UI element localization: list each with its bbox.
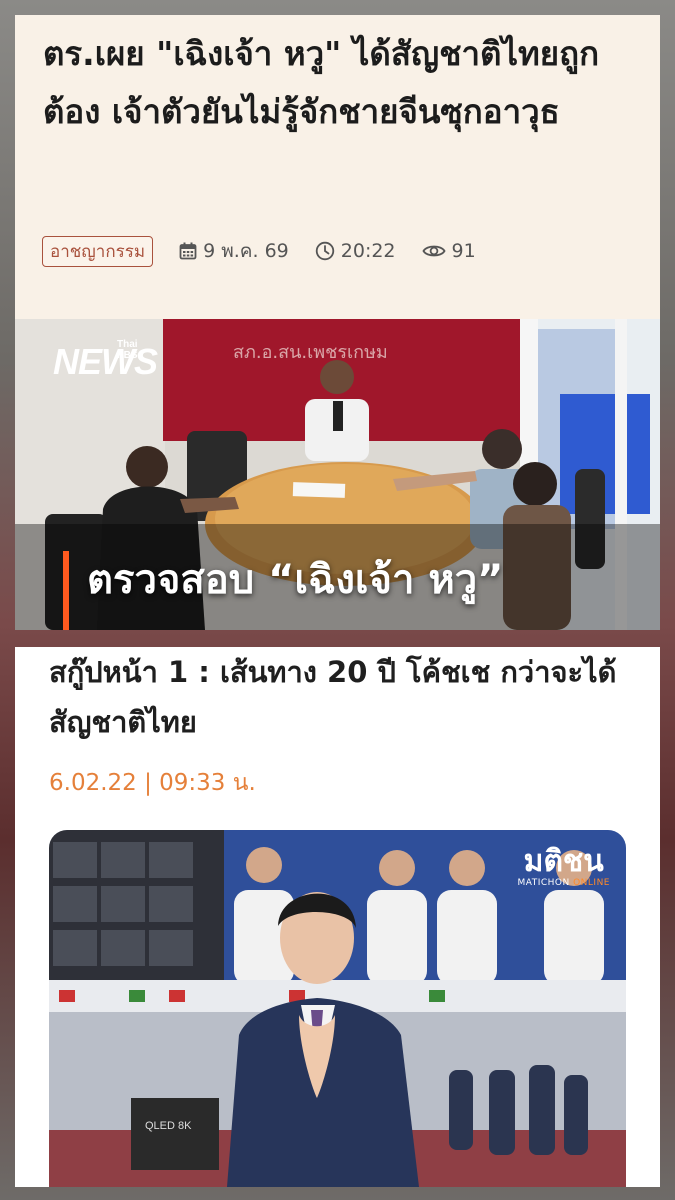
eye-icon: [421, 245, 446, 257]
article-date-text: 9 พ.ค. 69: [203, 240, 289, 262]
article-hero-image[interactable]: Thai PBS NEWS สภ.อ.สน.เพชรเกษม ตรวจสอบ “…: [15, 319, 660, 630]
article-date-line: 6.02.22 | 09:33 น.: [49, 770, 256, 796]
article-date: 9 พ.ค. 69: [179, 236, 289, 266]
image-caption: ตรวจสอบ “เฉิงเจ้า หวู”: [63, 551, 503, 630]
clock-icon: [315, 241, 334, 261]
news-card-thaipbs[interactable]: ตร.เผย "เฉิงเจ้า หวู" ได้สัญชาติไทยถูกต้…: [15, 15, 660, 630]
caption-accent-bar: [63, 551, 69, 630]
category-badge[interactable]: อาชญากรรม: [42, 235, 154, 267]
logo-sub-part-1: MATICHON: [517, 878, 574, 888]
article-views: 91: [421, 240, 476, 262]
calendar-icon: [179, 242, 197, 260]
article-time-text: 20:22: [340, 240, 396, 262]
article-title[interactable]: ตร.เผย "เฉิงเจ้า หวู" ได้สัญชาติไทยถูกต้…: [43, 25, 638, 141]
article-title[interactable]: สกู๊ปหน้า 1 : เส้นทาง 20 ปี โค้ชเช กว่าจ…: [49, 647, 639, 747]
logo-sub-text: MATICHON ONLINE: [517, 878, 610, 888]
logo-small-text: Thai PBS: [117, 339, 138, 361]
screenshot-collage: ตร.เผย "เฉิงเจ้า หวู" ได้สัญชาติไทยถูกต้…: [0, 0, 675, 1200]
caption-text: ตรวจสอบ “เฉิงเจ้า หวู”: [87, 557, 504, 603]
article-views-count: 91: [451, 240, 476, 262]
tv-label: QLED 8K: [145, 1120, 192, 1132]
article-time: 20:22: [315, 240, 396, 262]
matichon-online-logo: มติชน MATICHON ONLINE: [517, 844, 610, 889]
thaipbs-news-logo: Thai PBS NEWS: [53, 339, 158, 383]
article-hero-image[interactable]: มติชน MATICHON ONLINE QLED 8K: [49, 830, 626, 1187]
logo-sub-part-2: ONLINE: [573, 878, 610, 888]
news-card-matichon[interactable]: สกู๊ปหน้า 1 : เส้นทาง 20 ปี โค้ชเช กว่าจ…: [15, 647, 660, 1187]
logo-main-text: มติชน: [523, 844, 604, 879]
article-meta: อาชญากรรม 9 พ.ค. 69 20:22 91: [42, 235, 502, 267]
wall-sign-text: สภ.อ.สน.เพชรเกษม: [233, 342, 388, 363]
